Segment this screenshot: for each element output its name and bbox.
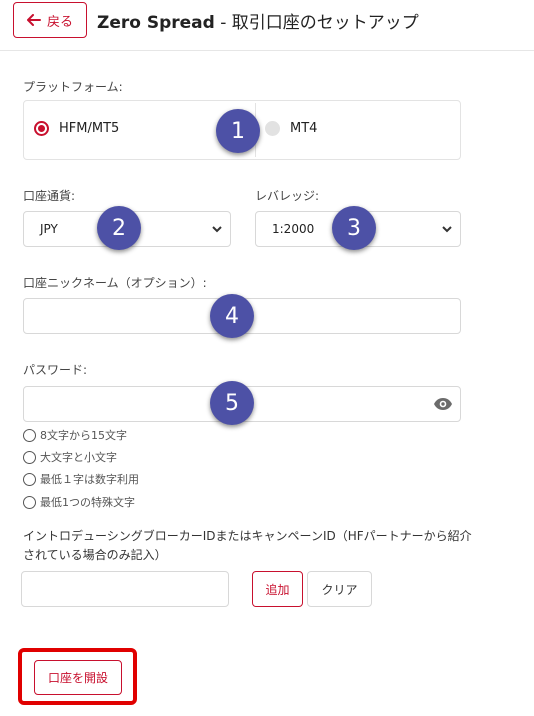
currency-value: JPY [40, 222, 58, 236]
circle-icon [23, 450, 36, 464]
page-title-text: - 取引口座のセットアップ [214, 13, 419, 33]
chevron-down-icon [442, 226, 452, 233]
page-header: 戻る Zero Spread - 取引口座のセットアップ [0, 0, 534, 51]
page-title-brand: Zero Spread [97, 13, 215, 33]
page-title: Zero Spread - 取引口座のセットアップ [97, 8, 419, 33]
password-rule: 大文字と小文字 [23, 449, 117, 465]
currency-label: 口座通貨: [23, 189, 76, 203]
circle-icon [23, 495, 36, 509]
password-rule-text: 大文字と小文字 [40, 451, 117, 464]
password-rule-text: 最低1つの特殊文字 [40, 496, 135, 509]
step-marker-1: 1 [216, 109, 260, 153]
nickname-label: 口座ニックネーム（オプション）: [23, 276, 207, 290]
platform-option-mt4[interactable]: MT4 [265, 121, 317, 136]
password-rule: 8文字から15文字 [23, 427, 127, 443]
circle-icon [23, 472, 36, 486]
step-marker-2: 2 [97, 206, 141, 250]
leverage-value: 1:2000 [272, 222, 315, 236]
password-rule: 最低１字は数字利用 [23, 471, 139, 487]
back-button[interactable]: 戻る [13, 2, 87, 38]
password-rule-text: 最低１字は数字利用 [40, 473, 139, 486]
back-button-label: 戻る [46, 14, 73, 30]
add-button[interactable]: 追加 [252, 571, 303, 607]
platform-option-label: MT4 [290, 121, 318, 136]
password-label: パスワード: [23, 363, 88, 377]
radio-unselected-icon [265, 121, 280, 136]
step-marker-5: 5 [210, 381, 254, 425]
clear-button[interactable]: クリア [307, 571, 372, 607]
eye-icon[interactable] [433, 397, 453, 411]
password-rule: 最低1つの特殊文字 [23, 494, 135, 510]
arrow-left-icon [26, 14, 41, 26]
radio-selected-icon [34, 121, 49, 136]
circle-icon [23, 428, 36, 442]
leverage-label: レバレッジ: [255, 189, 320, 203]
password-rule-text: 8文字から15文字 [40, 429, 127, 442]
ib-id-label: イントロデューシングブローカーIDまたはキャンペーンID（HFパートナーから紹介… [23, 529, 472, 562]
step-marker-4: 4 [210, 294, 254, 338]
platform-label: プラットフォーム: [23, 80, 123, 94]
platform-option-hfm-mt5[interactable]: HFM/MT5 [34, 121, 119, 136]
step-marker-3: 3 [332, 206, 376, 250]
open-account-button[interactable]: 口座を開設 [34, 660, 122, 695]
chevron-down-icon [212, 226, 222, 233]
platform-option-label: HFM/MT5 [59, 121, 120, 136]
ib-id-input[interactable] [21, 571, 229, 607]
